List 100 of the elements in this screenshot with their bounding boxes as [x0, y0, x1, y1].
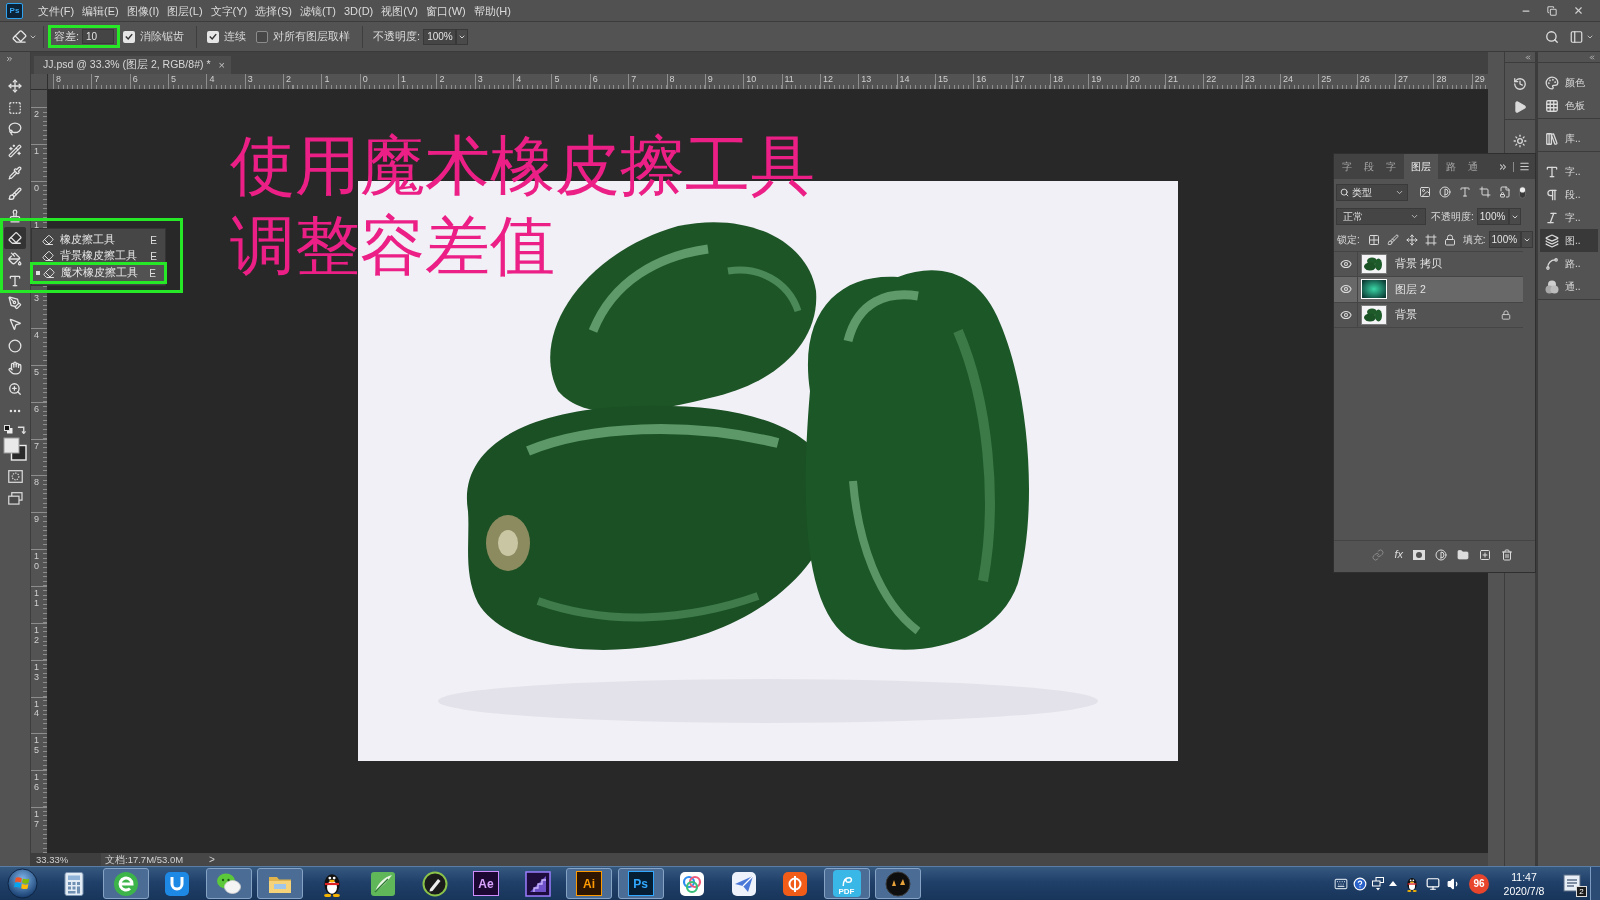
monitor-icon[interactable] — [1426, 876, 1440, 891]
play-icon[interactable] — [1513, 99, 1527, 114]
panel-button[interactable]: 色板 — [1540, 94, 1598, 117]
menu-item[interactable]: 魔术橡皮擦工具 E — [33, 265, 164, 281]
taskbar-button[interactable] — [875, 868, 921, 899]
menu-item[interactable]: 图像(I) — [122, 0, 164, 22]
eye-icon[interactable] — [1339, 283, 1352, 296]
new-layer-icon[interactable] — [1479, 548, 1491, 561]
effects-button[interactable]: fx — [1394, 549, 1403, 560]
panel-tab[interactable]: 图层 — [1404, 154, 1438, 179]
status-menu-button[interactable]: > — [209, 853, 215, 866]
tolerance-field[interactable]: 10 — [82, 29, 115, 44]
taskbar-button[interactable] — [102, 868, 149, 899]
taskbar-button[interactable]: Ae — [463, 868, 509, 899]
windows-icon[interactable] — [1372, 876, 1384, 891]
layer-row[interactable]: 背景 拷贝 — [1334, 252, 1523, 278]
penguin-icon[interactable] — [1405, 875, 1419, 892]
start-button[interactable] — [4, 867, 40, 900]
checkbox[interactable] — [123, 30, 136, 43]
panel-button[interactable]: 字.. — [1540, 206, 1598, 229]
close-icon[interactable] — [1572, 5, 1584, 16]
menu-item[interactable]: 文字(Y) — [206, 0, 252, 22]
frame-icon[interactable] — [1424, 233, 1437, 246]
panel-tab[interactable]: 字 — [1380, 154, 1402, 179]
smart-object-filter-icon[interactable] — [1499, 186, 1511, 198]
color-swatches-icon[interactable] — [3, 437, 27, 461]
panel-button[interactable]: 通.. — [1540, 275, 1598, 298]
show-desktop-button[interactable] — [1590, 867, 1600, 900]
grid-icon[interactable] — [1367, 233, 1380, 246]
caret-up-icon[interactable] — [1389, 881, 1397, 886]
panel-button[interactable]: 图.. — [1540, 229, 1598, 252]
panel-tab[interactable]: 段 — [1358, 154, 1380, 179]
blend-mode-dropdown[interactable]: 正常 — [1336, 208, 1426, 225]
shape-filter-icon[interactable] — [1479, 186, 1491, 198]
menu-item[interactable]: 3D(D) — [339, 0, 378, 22]
default-colors-icon[interactable] — [4, 424, 13, 434]
panel-tab[interactable]: 通 — [1462, 154, 1484, 179]
clock[interactable]: 11:47 2020/7/8 — [1499, 869, 1549, 898]
panel-button[interactable]: 库.. — [1540, 127, 1598, 150]
opacity-field[interactable]: 100% — [1476, 208, 1509, 225]
taskbar-button[interactable]: Ai — [566, 868, 612, 899]
eye-icon[interactable] — [1339, 308, 1352, 321]
filter-dropdown[interactable]: 类型 — [1336, 183, 1408, 201]
help-icon[interactable] — [1353, 876, 1367, 891]
search-icon[interactable] — [1545, 29, 1559, 44]
type-filter-icon[interactable] — [1459, 186, 1471, 198]
panel-tab[interactable]: 路 — [1440, 154, 1462, 179]
screen-mode-icon[interactable] — [7, 492, 23, 505]
document-tab[interactable]: JJ.psd @ 33.3% (图层 2, RGB/8#) * × — [34, 56, 231, 74]
collapse-icon[interactable] — [1524, 53, 1532, 61]
keyboard-icon[interactable] — [1334, 876, 1348, 891]
panel-button[interactable]: 颜色 — [1540, 71, 1598, 94]
mask-icon[interactable] — [1413, 549, 1425, 560]
lock-icon[interactable] — [1443, 233, 1456, 246]
panel-tab[interactable]: 字 — [1336, 154, 1358, 179]
taskbar-button[interactable]: Ps — [617, 868, 664, 899]
sun-icon[interactable] — [1513, 133, 1527, 148]
eye-icon[interactable] — [1339, 258, 1352, 271]
panel-button[interactable]: 路.. — [1540, 252, 1598, 275]
layer-row[interactable]: 图层 2 — [1334, 277, 1523, 303]
move-icon[interactable] — [1405, 233, 1418, 246]
quick-mask-icon[interactable] — [7, 470, 23, 483]
adjustment-icon[interactable] — [1435, 548, 1447, 561]
folder-icon[interactable] — [1457, 548, 1469, 561]
swap-arrows-icon[interactable] — [17, 424, 26, 434]
panel-button[interactable]: 段.. — [1540, 183, 1598, 206]
history-icon[interactable] — [1513, 76, 1527, 91]
stamp-icon — [8, 208, 22, 223]
menu-item[interactable]: 编辑(E) — [78, 0, 123, 22]
menu-item[interactable]: 窗口(W) — [421, 0, 470, 22]
panel-button[interactable]: 字.. — [1540, 160, 1598, 183]
workspace-icon[interactable] — [1569, 29, 1584, 44]
more-tabs-icon[interactable] — [1498, 161, 1508, 172]
menu-item[interactable]: 选择(S) — [251, 0, 296, 22]
restore-icon[interactable] — [1547, 5, 1557, 16]
zoom-field[interactable]: 33.33% — [31, 853, 101, 866]
taskbar-button[interactable] — [205, 868, 252, 899]
menu-item[interactable]: 视图(V) — [377, 0, 422, 22]
layer-row[interactable]: 背景 — [1334, 302, 1523, 328]
toggle-icon[interactable] — [1519, 185, 1526, 199]
close-button[interactable]: × — [218, 59, 225, 71]
checkbox[interactable] — [207, 30, 220, 43]
fill-field[interactable]: 100% — [1488, 231, 1521, 248]
collapse-icon[interactable] — [1588, 53, 1596, 61]
trash-icon[interactable] — [1501, 548, 1513, 561]
tool-button[interactable] — [4, 226, 26, 249]
menu-item[interactable]: 背景橡皮擦工具 E — [32, 248, 165, 264]
expand-icon[interactable] — [5, 55, 14, 63]
menu-item[interactable]: 橡皮擦工具 E — [32, 232, 165, 248]
adjustment-filter-icon[interactable] — [1439, 186, 1451, 198]
opacity-field[interactable]: 100% — [423, 28, 457, 45]
image-filter-icon[interactable] — [1419, 186, 1431, 198]
notification-badge[interactable]: 96 — [1469, 873, 1489, 894]
menu-item[interactable]: 图层(L) — [163, 0, 207, 22]
menu-item[interactable]: 帮助(H) — [469, 0, 515, 22]
menu-item[interactable]: 文件(F) — [34, 0, 79, 22]
menu-item[interactable]: 滤镜(T) — [295, 0, 340, 22]
checkbox[interactable] — [256, 30, 269, 43]
brush-icon[interactable] — [1386, 233, 1399, 246]
menu-icon[interactable] — [1519, 161, 1530, 172]
